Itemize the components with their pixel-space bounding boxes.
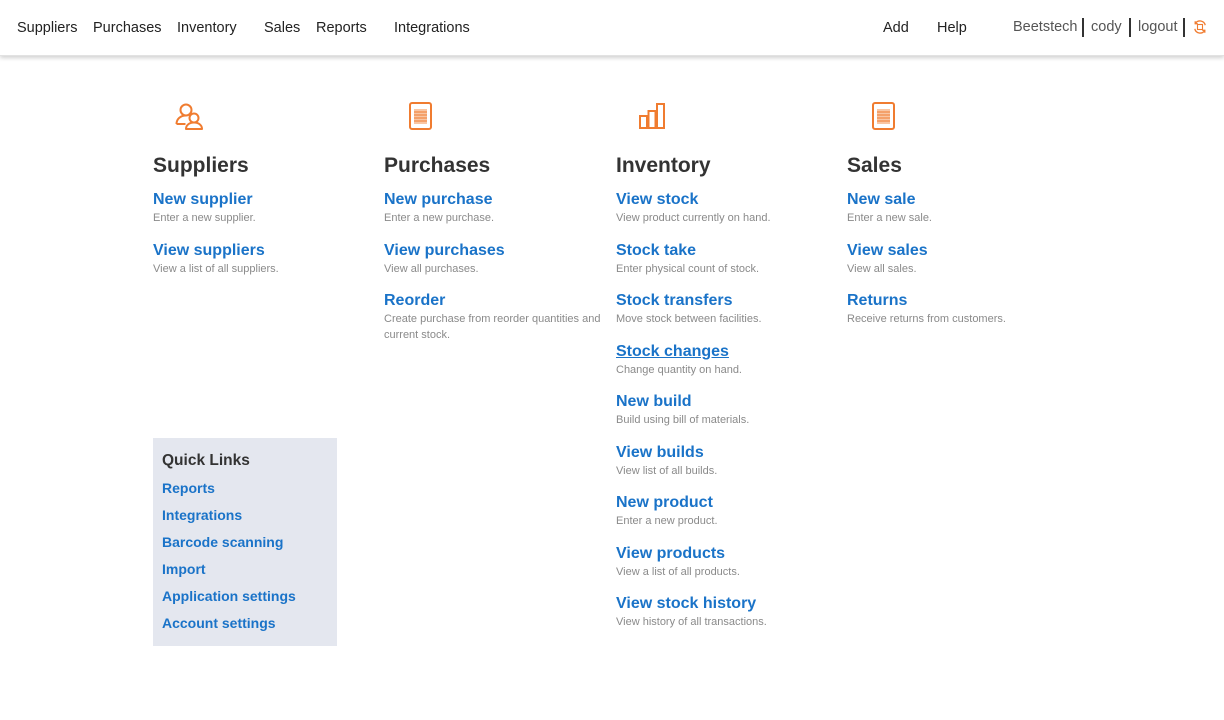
link-description: View list of all builds. (616, 465, 718, 477)
document-icon (409, 102, 432, 130)
list-item: Stock changes Change quantity on hand. (616, 342, 848, 378)
link-description: Change quantity on hand. (616, 364, 742, 376)
link-description: Enter a new sale. (847, 212, 932, 224)
view-builds-link[interactable]: View builds (616, 443, 848, 463)
link-description: Enter physical count of stock. (616, 263, 760, 275)
nav-divider (1129, 18, 1131, 37)
view-stock-link[interactable]: View stock (616, 190, 848, 210)
list-item: View builds View list of all builds. (616, 443, 848, 479)
view-sales-link[interactable]: View sales (847, 241, 1079, 261)
logout-link[interactable]: logout (1138, 19, 1178, 35)
users-icon (175, 103, 203, 130)
link-description: Create purchase from reorder quantities … (384, 313, 601, 341)
link-description: View a list of all suppliers. (153, 263, 279, 275)
link-description: View all purchases. (384, 263, 479, 275)
nav-help[interactable]: Help (937, 20, 967, 36)
quick-links-title: Quick Links (162, 452, 250, 469)
list-item: New product Enter a new product. (616, 493, 848, 529)
bar-chart-icon (639, 103, 665, 129)
link-description: Enter a new purchase. (384, 212, 495, 224)
section-title: Inventory (616, 154, 711, 177)
view-purchases-link[interactable]: View purchases (384, 241, 616, 261)
nav-purchases[interactable]: Purchases (93, 20, 162, 36)
top-navbar: Suppliers Purchases Inventory Sales Repo… (0, 0, 1224, 56)
nav-reports[interactable]: Reports (316, 20, 367, 36)
nav-sales[interactable]: Sales (264, 20, 300, 36)
new-supplier-link[interactable]: New supplier (153, 190, 385, 210)
list-item: New build Build using bill of materials. (616, 392, 848, 428)
view-suppliers-link[interactable]: View suppliers (153, 241, 385, 261)
list-item: Reorder Create purchase from reorder qua… (384, 291, 604, 343)
reorder-link[interactable]: Reorder (384, 291, 604, 311)
list-item: View stock View product currently on han… (616, 190, 848, 226)
link-description: Enter a new supplier. (153, 212, 256, 224)
nav-suppliers[interactable]: Suppliers (17, 20, 77, 36)
quick-link-account-settings[interactable]: Account settings (162, 613, 328, 633)
section-title: Purchases (384, 154, 491, 177)
nav-divider (1082, 18, 1084, 37)
list-item: Stock take Enter physical count of stock… (616, 241, 848, 277)
document-icon (872, 102, 895, 130)
view-stock-history-link[interactable]: View stock history (616, 594, 848, 614)
new-sale-link[interactable]: New sale (847, 190, 1079, 210)
quick-link-barcode-scanning[interactable]: Barcode scanning (162, 532, 328, 552)
list-item: New purchase Enter a new purchase. (384, 190, 616, 226)
list-item: View suppliers View a list of all suppli… (153, 241, 385, 277)
view-products-link[interactable]: View products (616, 544, 848, 564)
link-description: Enter a new product. (616, 515, 718, 527)
returns-link[interactable]: Returns (847, 291, 1079, 311)
quick-link-integrations[interactable]: Integrations (162, 505, 328, 525)
new-purchase-link[interactable]: New purchase (384, 190, 616, 210)
link-description: View all sales. (847, 263, 917, 275)
sales-section: Sales New sale Enter a new sale. View sa… (847, 100, 1079, 327)
list-item: View products View a list of all product… (616, 544, 848, 580)
nav-integrations[interactable]: Integrations (394, 20, 470, 36)
user-name[interactable]: cody (1091, 19, 1122, 35)
quick-link-import[interactable]: Import (162, 559, 328, 579)
link-description: View history of all transactions. (616, 616, 767, 628)
list-item: New supplier Enter a new supplier. (153, 190, 385, 226)
nav-inventory[interactable]: Inventory (177, 20, 237, 36)
link-description: View a list of all products. (616, 566, 740, 578)
purchases-section: Purchases New purchase Enter a new purch… (384, 100, 616, 343)
nav-add[interactable]: Add (883, 20, 909, 36)
list-item: Returns Receive returns from customers. (847, 291, 1079, 327)
stock-take-link[interactable]: Stock take (616, 241, 848, 261)
suppliers-section: Suppliers New supplier Enter a new suppl… (153, 100, 385, 277)
new-product-link[interactable]: New product (616, 493, 848, 513)
company-name[interactable]: Beetstech (1013, 19, 1078, 35)
stock-changes-link[interactable]: Stock changes (616, 342, 848, 362)
stock-transfers-link[interactable]: Stock transfers (616, 291, 848, 311)
link-description: Move stock between facilities. (616, 313, 762, 325)
list-item: Stock transfers Move stock between facil… (616, 291, 848, 327)
list-item: View purchases View all purchases. (384, 241, 616, 277)
sync-icon[interactable] (1192, 19, 1208, 35)
link-description: View product currently on hand. (616, 212, 771, 224)
quick-link-reports[interactable]: Reports (162, 478, 328, 498)
link-description: Build using bill of materials. (616, 414, 750, 426)
new-build-link[interactable]: New build (616, 392, 848, 412)
nav-divider (1183, 18, 1185, 37)
section-title: Sales (847, 154, 902, 177)
list-item: View sales View all sales. (847, 241, 1079, 277)
section-title: Suppliers (153, 154, 249, 177)
link-description: Receive returns from customers. (847, 313, 1006, 325)
list-item: View stock history View history of all t… (616, 594, 848, 630)
list-item: New sale Enter a new sale. (847, 190, 1079, 226)
inventory-section: Inventory View stock View product curren… (616, 100, 848, 630)
quick-link-application-settings[interactable]: Application settings (162, 586, 328, 606)
quick-links-panel: Quick Links Reports Integrations Barcode… (153, 438, 337, 646)
